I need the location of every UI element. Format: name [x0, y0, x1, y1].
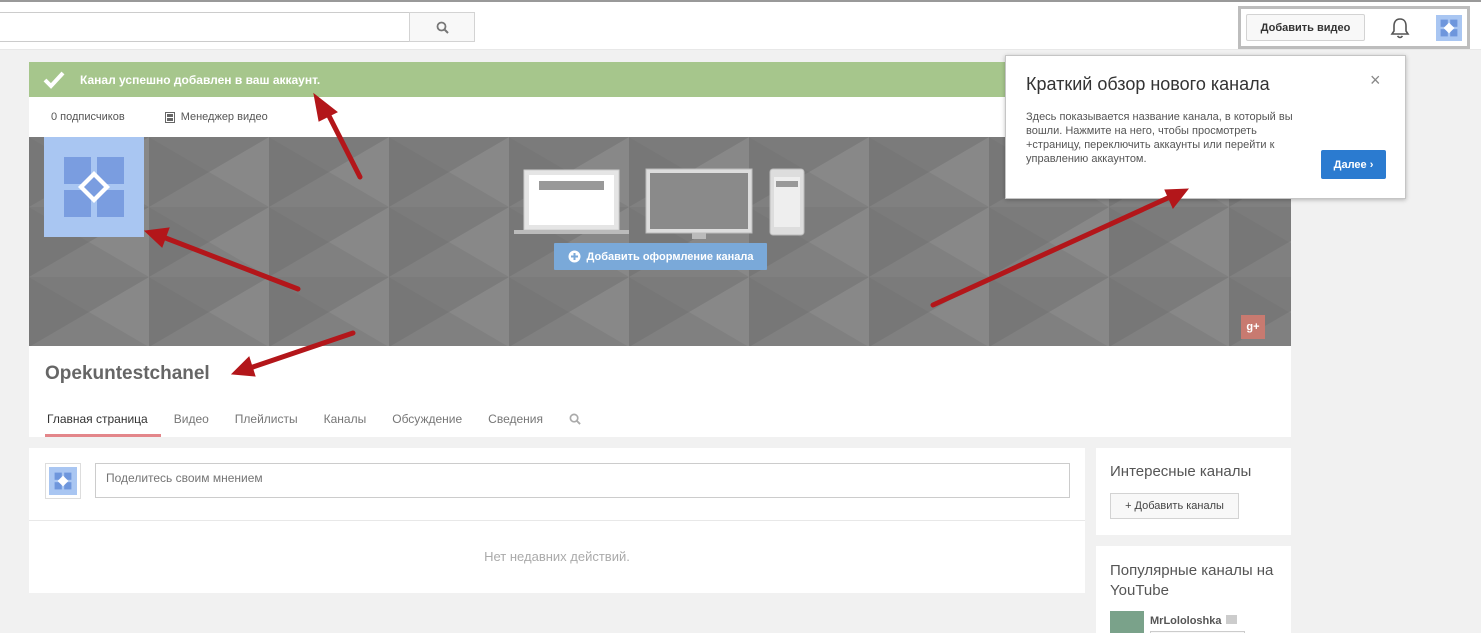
channel-thumbnail[interactable]: [1110, 611, 1144, 633]
tab-home[interactable]: Главная страница: [45, 402, 161, 437]
tab-playlists[interactable]: Плейлисты: [222, 402, 311, 437]
search-icon: [569, 413, 581, 425]
checkmark-icon: [43, 71, 65, 89]
channel-avatar[interactable]: [44, 137, 144, 237]
success-message: Канал успешно добавлен в ваш аккаунт.: [80, 72, 321, 87]
upload-video-button[interactable]: Добавить видео: [1246, 14, 1365, 41]
close-icon[interactable]: ×: [1370, 71, 1381, 89]
default-avatar-icon: [1440, 19, 1458, 37]
channel-tabs: Главная страница Видео Плейлисты Каналы …: [45, 402, 594, 437]
share-thoughts-input[interactable]: [95, 463, 1070, 498]
tab-discussion[interactable]: Обсуждение: [379, 402, 475, 437]
interesting-channels-card: Интересные каналы + Добавить каналы: [1096, 448, 1291, 535]
feed-avatar: [45, 463, 81, 499]
tab-about[interactable]: Сведения: [475, 402, 556, 437]
tab-search[interactable]: [556, 402, 594, 437]
channel-tour-popup: Краткий обзор нового канала × Здесь пока…: [1005, 55, 1406, 199]
subscriber-count[interactable]: 0 подписчиков: [51, 111, 125, 123]
video-manager-icon: [164, 111, 175, 123]
channel-title[interactable]: Opekuntestchanel: [45, 363, 210, 385]
account-avatar[interactable]: [1436, 15, 1462, 41]
default-avatar-icon: [64, 157, 124, 217]
video-manager-link[interactable]: Менеджер видео: [164, 111, 268, 123]
search-icon: [436, 21, 449, 34]
divider: [29, 520, 1085, 521]
add-channel-art-button[interactable]: Добавить оформление канала: [554, 243, 767, 270]
popular-channels-card: Популярные каналы на YouTube MrLololoshk…: [1096, 546, 1291, 633]
tab-videos[interactable]: Видео: [161, 402, 222, 437]
no-activity-text: Нет недавних действий.: [484, 549, 630, 564]
popup-body: Здесь показывается название канала, в ко…: [1026, 111, 1293, 165]
popular-channels-title: Популярные каналы на YouTube: [1110, 562, 1274, 599]
next-button[interactable]: Далее ›: [1321, 150, 1386, 179]
notification-bell-icon[interactable]: [1389, 16, 1411, 40]
search-input[interactable]: [0, 12, 410, 42]
popup-title: Краткий обзор нового канала: [1026, 74, 1270, 94]
tab-channels[interactable]: Каналы: [311, 402, 380, 437]
activity-feed: Нет недавних действий.: [29, 448, 1085, 593]
top-bar: Добавить видео: [0, 0, 1481, 50]
plus-circle-icon: [568, 250, 580, 263]
default-avatar-icon: [54, 472, 72, 490]
popular-channel-item[interactable]: MrLololoshka: [1110, 611, 1245, 633]
video-manager-label: Менеджер видео: [180, 111, 268, 123]
search-button[interactable]: [409, 12, 475, 42]
add-channel-art-label: Добавить оформление канала: [586, 250, 754, 263]
verified-icon: [1225, 615, 1237, 625]
popular-channel-name[interactable]: MrLololoshka: [1150, 615, 1222, 627]
google-plus-icon[interactable]: g+: [1241, 315, 1265, 339]
interesting-channels-title: Интересные каналы: [1110, 463, 1252, 480]
add-channels-button[interactable]: + Добавить каналы: [1110, 493, 1239, 519]
